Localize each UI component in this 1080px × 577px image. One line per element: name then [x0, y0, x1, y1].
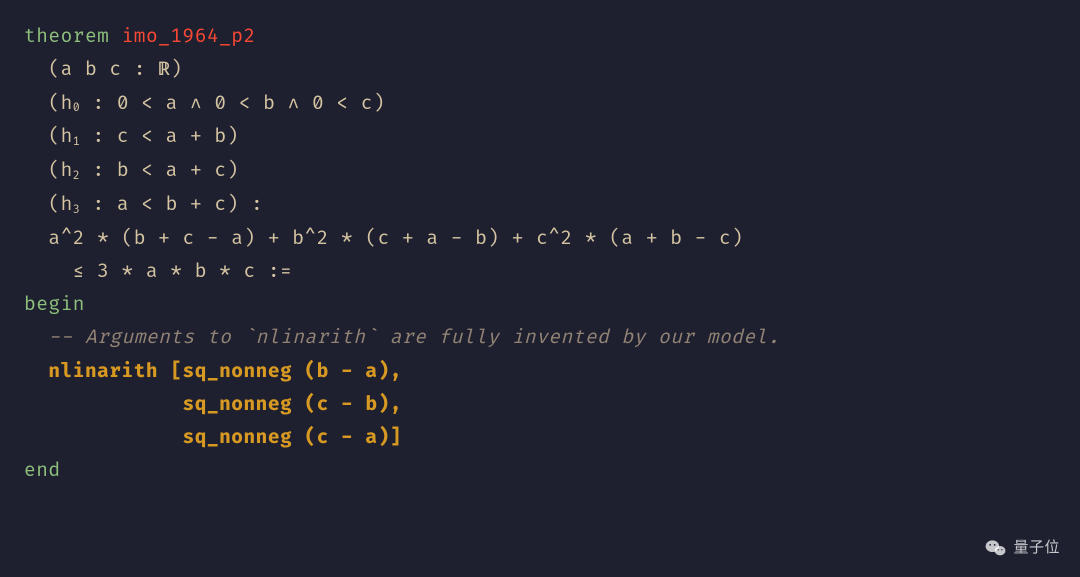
code-line-goal2: ≤ 3 * a * b * c :=	[24, 255, 1056, 288]
watermark: 量子位	[985, 535, 1060, 561]
tactic-line-1: nlinarith [sq_nonneg (b - a),	[24, 355, 1056, 388]
tactic-args: [sq_nonneg (b - a),	[158, 359, 402, 383]
code-line-h1: (h1 : c < a + b)	[24, 120, 1056, 154]
code-line-h2: (h2 : b < a + c)	[24, 154, 1056, 188]
tactic-name: nlinarith	[48, 359, 158, 383]
tactic-line-2: sq_nonneg (c - b),	[24, 388, 1056, 421]
theorem-name: imo_1964_p2	[122, 24, 256, 48]
tactic-args: sq_nonneg (c - a)]	[183, 425, 402, 449]
keyword-begin: begin	[24, 288, 1056, 321]
code-line-h3: (h3 : a < b + c) :	[24, 188, 1056, 222]
code-line-h0: (h0 : 0 < a ∧ 0 < b ∧ 0 < c)	[24, 87, 1056, 121]
code-line-goal1: a^2 * (b + c - a) + b^2 * (c + a - b) + …	[24, 222, 1056, 255]
wechat-icon	[985, 539, 1007, 557]
theorem-decl: theorem imo_1964_p2	[24, 20, 1056, 53]
tactic-args: sq_nonneg (c - b),	[183, 392, 402, 416]
keyword-end: end	[24, 454, 1056, 487]
watermark-text: 量子位	[1013, 535, 1060, 561]
tactic-line-3: sq_nonneg (c - a)]	[24, 421, 1056, 454]
keyword-theorem: theorem	[24, 24, 109, 48]
comment-line: -- Arguments to `nlinarith` are fully in…	[24, 321, 1056, 354]
code-block: theorem imo_1964_p2 (a b c : ℝ) (h0 : 0 …	[24, 20, 1056, 488]
code-line-params: (a b c : ℝ)	[24, 53, 1056, 86]
